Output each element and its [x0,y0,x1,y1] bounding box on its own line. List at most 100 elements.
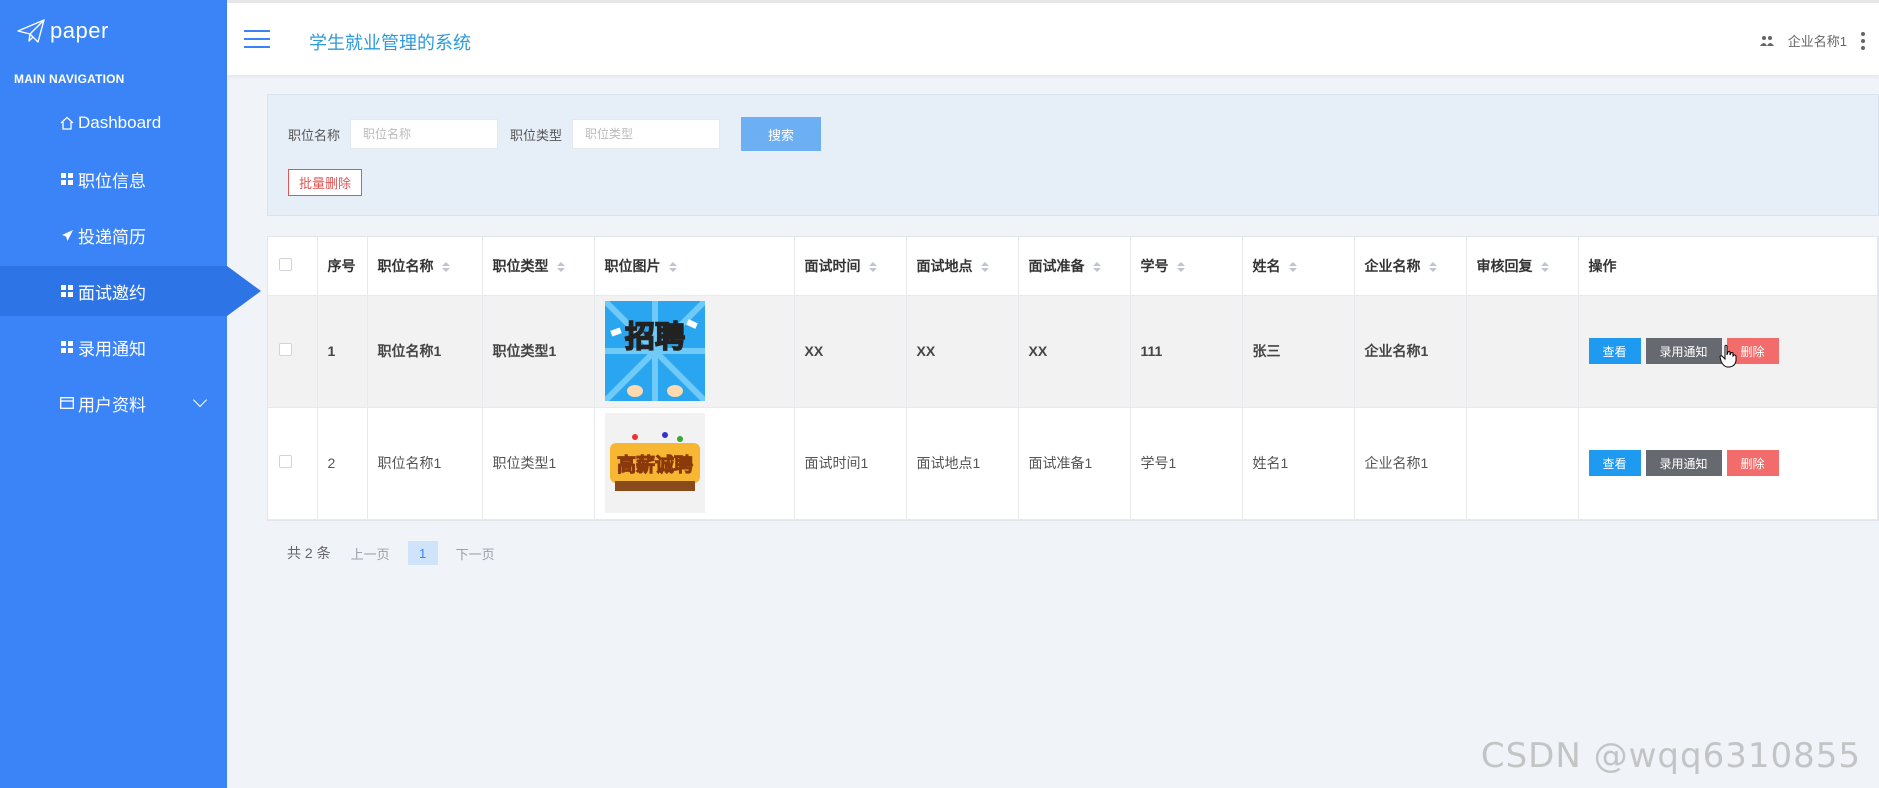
cell-name: 姓名1 [1242,407,1355,520]
cell-job-image: 招聘 [594,295,795,408]
user-area: 企业名称1 [1759,31,1865,50]
cell-interview-place: 面试地点1 [906,407,1019,520]
cell-company: 企业名称1 [1354,295,1467,408]
sidebar-item-job-info[interactable]: 职位信息 [0,154,227,204]
sidebar-item-offer[interactable]: 录用通知 [0,322,227,372]
col-interview-time[interactable]: 面试时间 [794,237,907,296]
sort-icon[interactable] [1288,262,1297,273]
more-menu-icon[interactable] [1861,31,1865,50]
col-name[interactable]: 姓名 [1242,237,1355,296]
sidebar-item-label: 投递简历 [78,227,146,247]
total-count: 共 2 条 [287,545,331,561]
sort-icon[interactable] [980,262,989,273]
high-salary-poster-image[interactable]: 高薪诚聘 [604,413,705,513]
page-title: 学生就业管理的系统 [309,33,471,53]
cell-interview-prep: XX [1018,295,1131,408]
search-panel: 职位名称 职位类型 搜索 批量删除 [267,94,1879,216]
cell-job-type: 职位类型1 [482,407,595,520]
cell-reply [1466,295,1579,408]
row-checkbox[interactable] [268,407,318,520]
table-header-row: 序号 职位名称 职位类型 职位图片 面试时间 面试地点 面试准备 学号 姓名 企… [268,237,1878,296]
sort-icon[interactable] [1428,262,1437,273]
col-label: 面试准备 [1028,257,1085,274]
cell-company: 企业名称1 [1354,407,1467,520]
delete-button[interactable]: 删除 [1726,450,1779,476]
prev-page-button[interactable]: 上一页 [351,544,390,563]
logo-text: paper [50,18,109,43]
user-name[interactable]: 企业名称1 [1788,31,1847,50]
chevron-down-icon [192,392,208,408]
view-button[interactable]: 查看 [1588,338,1641,364]
job-type-label: 职位类型 [510,127,563,143]
col-job-image[interactable]: 职位图片 [594,237,795,296]
poster-text: 招聘 [625,320,685,355]
col-reply[interactable]: 审核回复 [1466,237,1579,296]
send-icon [60,228,74,242]
search-button[interactable]: 搜索 [741,117,822,151]
col-interview-place[interactable]: 面试地点 [906,237,1019,296]
sidebar: paper MAIN NAVIGATION Dashboard 职位信息 投递简… [0,0,261,788]
job-name-label: 职位名称 [288,127,341,143]
offer-notify-button[interactable]: 录用通知 [1645,338,1722,364]
table-row: 2 职位名称1 职位类型1 高薪诚聘 面试时间1 面试地点1 面试准备1 学号1 [268,407,1878,520]
sidebar-item-interview[interactable]: 面试邀约 [0,266,261,316]
sort-icon[interactable] [556,262,565,273]
next-page-button[interactable]: 下一页 [456,544,495,563]
job-name-input[interactable] [350,119,499,149]
col-label: 面试地点 [916,257,973,274]
sort-icon[interactable] [441,262,450,273]
sidebar-item-label: 用户资料 [78,395,146,415]
col-company[interactable]: 企业名称 [1354,237,1467,296]
sort-icon[interactable] [1540,262,1549,273]
sidebar-item-dashboard[interactable]: Dashboard [0,98,227,148]
pagination: 共 2 条 上一页 1 下一页 [287,541,495,565]
sort-icon[interactable] [1092,262,1101,273]
cell-job-name: 职位名称1 [367,407,483,520]
sort-icon[interactable] [668,262,677,273]
col-interview-prep[interactable]: 面试准备 [1018,237,1131,296]
cell-index: 2 [317,407,368,520]
sidebar-item-label: Dashboard [78,113,162,132]
cell-interview-time: XX [794,295,907,408]
batch-delete-button[interactable]: 批量删除 [288,169,363,196]
cell-actions: 查看 录用通知 删除 [1578,407,1878,520]
sidebar-item-label: 面试邀约 [78,283,146,303]
grid-icon [60,340,74,354]
select-all-checkbox[interactable] [268,237,318,296]
sidebar-item-label: 录用通知 [78,339,146,359]
search-row: 职位名称 职位类型 搜索 [288,117,822,151]
col-job-type[interactable]: 职位类型 [482,237,595,296]
watermark: CSDN @wqq6310855 [1480,736,1861,776]
col-label: 职位名称 [377,257,434,274]
sidebar-item-label: 职位信息 [78,171,146,191]
col-label: 姓名 [1252,257,1281,274]
col-job-name[interactable]: 职位名称 [367,237,483,296]
card-icon [60,396,74,410]
col-actions: 操作 [1578,237,1878,296]
col-label: 职位类型 [492,257,549,274]
hand-cursor-icon [1719,344,1737,368]
user-icon [1759,35,1774,46]
recruit-poster-image[interactable]: 招聘 [604,301,705,401]
sort-icon[interactable] [1176,262,1185,273]
cell-job-type: 职位类型1 [482,295,595,408]
page-number-button[interactable]: 1 [407,541,438,565]
view-button[interactable]: 查看 [1588,450,1641,476]
cell-job-name: 职位名称1 [367,295,483,408]
row-checkbox[interactable] [268,295,318,408]
app-logo[interactable]: paper [0,0,227,62]
col-label: 企业名称 [1364,257,1421,274]
cell-interview-time: 面试时间1 [794,407,907,520]
offer-notify-button[interactable]: 录用通知 [1645,450,1722,476]
job-type-input[interactable] [572,119,721,149]
col-index: 序号 [317,237,368,296]
col-student-no[interactable]: 学号 [1130,237,1243,296]
table-row: 1 职位名称1 职位类型1 招聘 XX XX XX 111 张三 企业名称1 查… [268,295,1878,408]
sidebar-item-resume[interactable]: 投递简历 [0,210,227,260]
sidebar-item-profile[interactable]: 用户资料 [0,378,227,428]
menu-toggle-icon[interactable] [244,30,270,50]
data-table: 序号 职位名称 职位类型 职位图片 面试时间 面试地点 面试准备 学号 姓名 企… [267,236,1879,521]
cell-interview-prep: 面试准备1 [1018,407,1131,520]
cell-index: 1 [317,295,368,408]
sort-icon[interactable] [868,262,877,273]
